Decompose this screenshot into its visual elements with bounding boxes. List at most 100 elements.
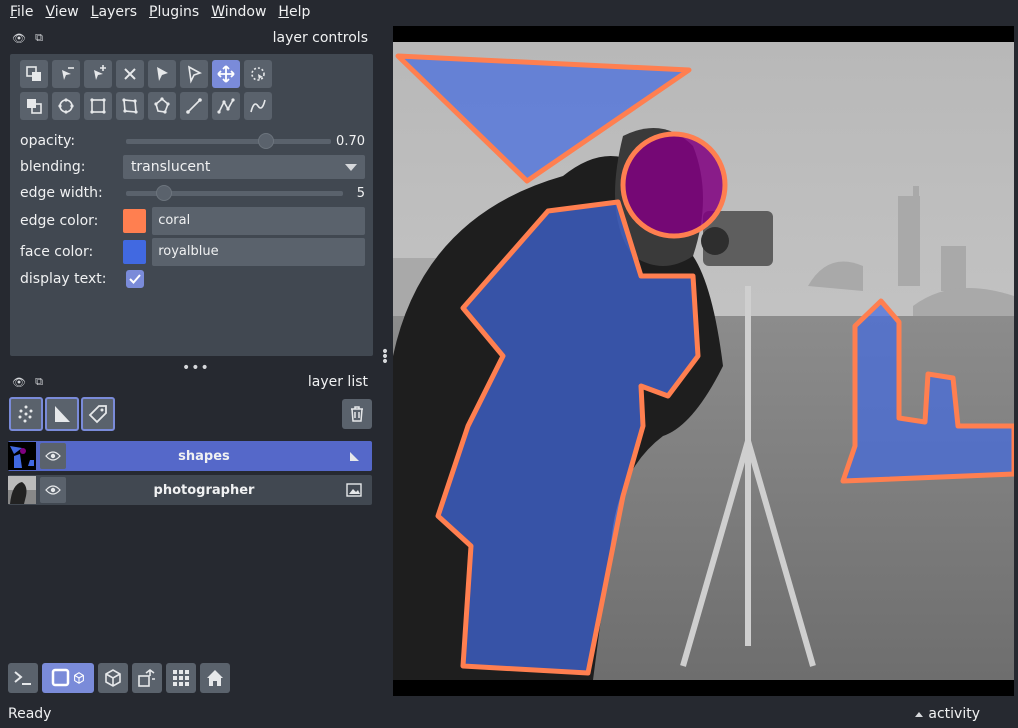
shapes-icon [55,406,70,422]
add-ellipse-button[interactable] [52,92,80,120]
face-color-input[interactable]: royalblue [152,238,365,266]
menu-view[interactable]: View [39,0,84,24]
roll-dimensions-button[interactable] [98,663,128,693]
grid-view-button[interactable] [166,663,196,693]
console-button[interactable] [8,663,38,693]
menu-layers[interactable]: Layers [85,0,143,24]
remove-vertex-button[interactable] [52,60,80,88]
visibility-toggle-icon[interactable]: 👁 [12,31,26,45]
float-panel-icon[interactable]: ⧉ [32,31,46,45]
bottom-letterbox [393,680,1014,696]
layer-controls-panel: opacity: 0.70 blending: translucent edge… [10,54,373,356]
pan-zoom-button[interactable] [212,60,240,88]
float-panel-icon[interactable]: ⧉ [32,375,46,389]
edge-color-swatch[interactable] [122,209,147,233]
visibility-toggle-icon[interactable]: 👁 [12,375,26,389]
new-shapes-layer-button[interactable] [45,397,79,431]
layer-type-indicator [342,483,366,497]
transpose-icon [138,669,155,687]
display-text-label: display text: [20,271,107,287]
eye-icon [45,485,61,495]
layer-visibility-button[interactable] [40,443,66,469]
opacity-slider-handle[interactable] [258,133,275,149]
layer-list-header: 👁 ⧉ layer list [8,371,374,393]
top-letterbox [393,26,1014,42]
vertical-splitter[interactable]: • • • [380,345,390,369]
viewer-buttons [8,663,230,693]
blending-value: translucent [130,159,211,175]
edge-width-label: edge width: [20,185,103,201]
lasso-select-icon [251,67,265,81]
chevron-up-icon[interactable] [915,712,923,717]
add-polygon-icon [122,98,138,114]
direct-select-button[interactable] [180,60,208,88]
add-line-icon [186,98,202,114]
menu-mnemonic: L [90,4,99,20]
opacity-value: 0.70 [336,133,365,149]
pan-zoom-icon [217,65,235,83]
add-polygon-lasso-button[interactable] [148,92,176,120]
grid-icon [173,670,189,686]
new-labels-layer-button[interactable] [81,397,115,431]
shape-tools [20,60,272,120]
add-rectangle-icon [90,98,106,114]
display-text-checkbox[interactable] [126,270,144,288]
cube-small-icon [74,672,84,684]
opacity-label: opacity: [20,133,76,149]
select-button[interactable] [148,60,176,88]
add-rectangle-button[interactable] [84,92,112,120]
add-polyline-button[interactable] [244,92,272,120]
trash-icon [351,406,363,422]
image-layer-icon [346,483,362,497]
face-color-row: face color: royalblue [20,237,365,267]
menu-file[interactable]: File [4,0,39,24]
menu-plugins[interactable]: Plugins [143,0,205,24]
ellipse-shape[interactable] [620,131,728,239]
layer-row-shapes[interactable]: shapes [8,441,372,471]
delete-shape-button[interactable] [116,60,144,88]
delete-layer-button[interactable] [342,399,372,429]
eye-icon [45,451,61,461]
reset-view-button[interactable] [200,663,230,693]
terminal-icon [14,671,31,685]
activity-button[interactable]: activity [928,706,980,722]
points-icon [18,405,33,423]
layer-row-photographer[interactable]: photographer [8,475,372,505]
layer-visibility-button[interactable] [40,477,66,503]
add-polygon-button[interactable] [116,92,144,120]
move-back-button[interactable] [20,92,48,120]
ndisplay-toggle-button[interactable] [42,663,94,693]
move-front-icon [26,66,41,81]
blending-select[interactable]: translucent [122,155,365,179]
edge-color-row: edge color: coral [20,206,365,236]
viewer-canvas[interactable] [393,26,1014,696]
add-ellipse-icon [58,98,74,114]
transpose-button[interactable] [132,663,162,693]
shapes-layer-icon [350,452,359,461]
add-path-button[interactable] [212,92,240,120]
lasso-select-button[interactable] [244,60,272,88]
menu-window[interactable]: Window [205,0,272,24]
menu-label: elp [288,4,311,20]
edge-color-input[interactable]: coral [152,207,365,235]
new-points-layer-button[interactable] [9,397,43,431]
layer-thumbnail [8,476,36,504]
face-color-label: face color: [20,244,94,260]
edge-color-label: edge color: [20,213,99,229]
status-bar: Ready activity [0,700,1018,728]
menu-mnemonic: W [211,4,225,20]
add-vertex-button[interactable] [84,60,112,88]
edge-width-slider-handle[interactable] [156,185,173,201]
face-color-swatch[interactable] [122,240,147,264]
menu-mnemonic: H [278,4,289,20]
opacity-slider[interactable] [126,128,331,154]
add-line-button[interactable] [180,92,208,120]
menu-help[interactable]: Help [272,0,316,24]
blending-row: blending: translucent [20,154,365,180]
move-back-icon [27,99,42,114]
status-text: Ready [8,706,52,722]
canvas-scene[interactable] [393,26,1014,696]
direct-select-icon [187,65,202,84]
edge-width-slider[interactable] [126,180,343,206]
move-front-button[interactable] [20,60,48,88]
